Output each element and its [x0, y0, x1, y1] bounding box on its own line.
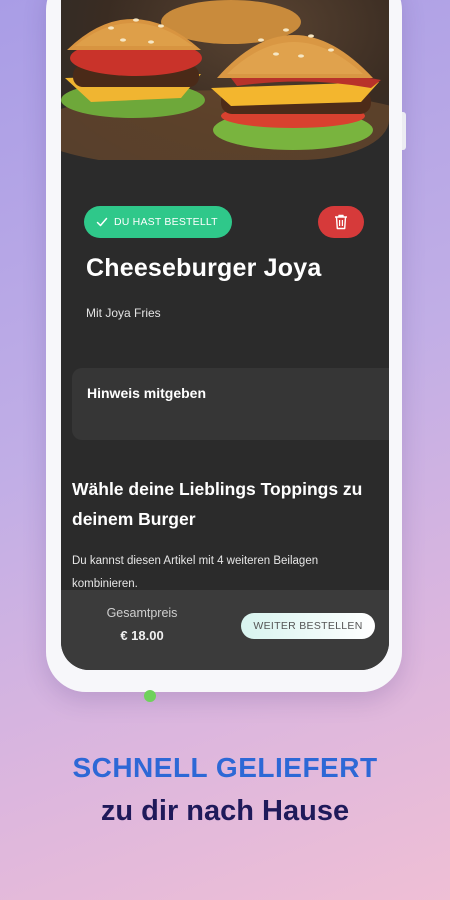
product-title: Cheeseburger Joya: [86, 254, 322, 282]
burger-illustration: [61, 0, 389, 160]
note-label: Hinweis mitgeben: [87, 385, 207, 401]
ordered-status-badge: DU HAST BESTELLT: [84, 206, 232, 238]
trash-icon: [335, 214, 347, 230]
product-image: [61, 0, 389, 160]
total-price-value: € 18.00: [120, 628, 164, 643]
checkout-bar: Gesamtpreis € 18.00 WEITER BESTELLEN: [61, 590, 389, 670]
note-card[interactable]: Hinweis mitgeben: [72, 368, 389, 440]
status-dot: [144, 690, 156, 702]
phone-side-button: [402, 112, 406, 150]
delete-button[interactable]: [318, 206, 364, 238]
check-icon: [96, 217, 108, 227]
toppings-heading: Wähle deine Lieblings Toppings zu deinem…: [72, 479, 363, 529]
product-side: Mit Joya Fries: [86, 306, 161, 320]
total-price-label: Gesamtpreis: [106, 606, 178, 620]
promo-subheadline: zu dir nach Hause: [100, 795, 350, 827]
ordered-badge-label: DU HAST BESTELLT: [114, 216, 218, 228]
promo-headline: SCHNELL GELIEFERT: [72, 752, 378, 783]
app-screen: DU HAST BESTELLT Cheeseburger Joya Mit J…: [61, 0, 389, 670]
continue-ordering-button[interactable]: WEITER BESTELLEN: [241, 613, 375, 639]
